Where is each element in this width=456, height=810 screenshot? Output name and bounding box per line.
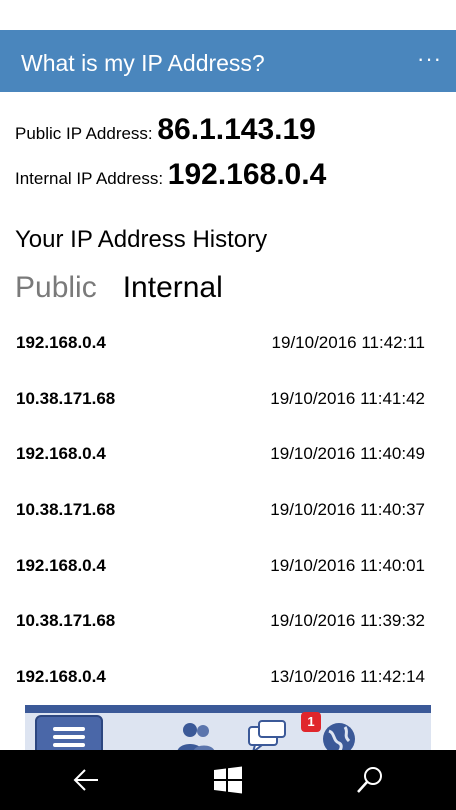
internal-ip-label: Internal IP Address:: [15, 169, 168, 188]
history-ip: 10.38.171.68: [16, 388, 116, 408]
menu-line: [53, 735, 85, 739]
history-timestamp: 19/10/2016 11:40:37: [270, 500, 425, 520]
history-heading: Your IP Address History: [15, 226, 268, 253]
history-timestamp: 19/10/2016 11:39:32: [270, 611, 425, 631]
app-title: What is my IP Address?: [21, 50, 265, 76]
history-row: 192.168.0.4 13/10/2016 11:42:14: [15, 650, 425, 706]
tab-internal[interactable]: Internal: [123, 271, 223, 305]
history-row: 192.168.0.4 19/10/2016 11:40:49: [15, 427, 425, 483]
history-ip: 10.38.171.68: [16, 611, 116, 631]
internal-ip-value: 192.168.0.4: [167, 158, 327, 191]
history-timestamp: 13/10/2016 11:42:14: [270, 667, 425, 687]
history-ip: 10.38.171.68: [16, 500, 116, 520]
history-tabs: Public Internal: [15, 271, 249, 305]
ad-banner[interactable]: 1: [25, 705, 431, 750]
menu-line: [53, 727, 85, 731]
status-strip: [0, 0, 456, 30]
system-navbar: [0, 750, 456, 810]
history-row: 192.168.0.4 19/10/2016 11:40:01: [15, 539, 425, 595]
globe-icon: [323, 723, 355, 750]
history-ip: 192.168.0.4: [16, 555, 106, 575]
windows-logo-icon[interactable]: [212, 765, 244, 795]
more-options-button[interactable]: ···: [417, 48, 442, 70]
ad-menu-button[interactable]: [35, 715, 103, 750]
menu-line: [53, 743, 85, 747]
history-timestamp: 19/10/2016 11:42:11: [271, 333, 425, 352]
notification-badge: 1: [301, 712, 321, 732]
app-titlebar: What is my IP Address? ···: [0, 30, 456, 92]
search-icon[interactable]: [354, 765, 386, 795]
history-row: 192.168.0.4 19/10/2016 11:42:11: [15, 316, 425, 372]
public-ip-value: 86.1.143.19: [157, 113, 316, 146]
history-row: 10.38.171.68 19/10/2016 11:40:37: [15, 483, 425, 539]
history-ip: 192.168.0.4: [16, 667, 106, 687]
internal-ip-line: Internal IP Address: 192.168.0.4: [15, 158, 326, 192]
history-ip: 192.168.0.4: [16, 444, 106, 464]
messages-icon: [248, 720, 286, 750]
history-ip: 192.168.0.4: [16, 333, 106, 352]
public-ip-line: Public IP Address: 86.1.143.19: [15, 113, 316, 147]
friends-icon: [177, 723, 215, 750]
tab-public[interactable]: Public: [15, 271, 97, 305]
history-row: 10.38.171.68 19/10/2016 11:41:42: [15, 372, 425, 428]
ad-banner-topbar: [25, 705, 431, 713]
back-arrow-icon[interactable]: [70, 765, 102, 795]
history-timestamp: 19/10/2016 11:40:01: [270, 555, 425, 575]
history-timestamp: 19/10/2016 11:40:49: [270, 444, 425, 464]
history-row: 10.38.171.68 19/10/2016 11:39:32: [15, 594, 425, 650]
history-timestamp: 19/10/2016 11:41:42: [270, 388, 425, 408]
history-list: 192.168.0.4 19/10/2016 11:42:11 10.38.17…: [15, 316, 425, 706]
public-ip-label: Public IP Address:: [15, 124, 158, 143]
